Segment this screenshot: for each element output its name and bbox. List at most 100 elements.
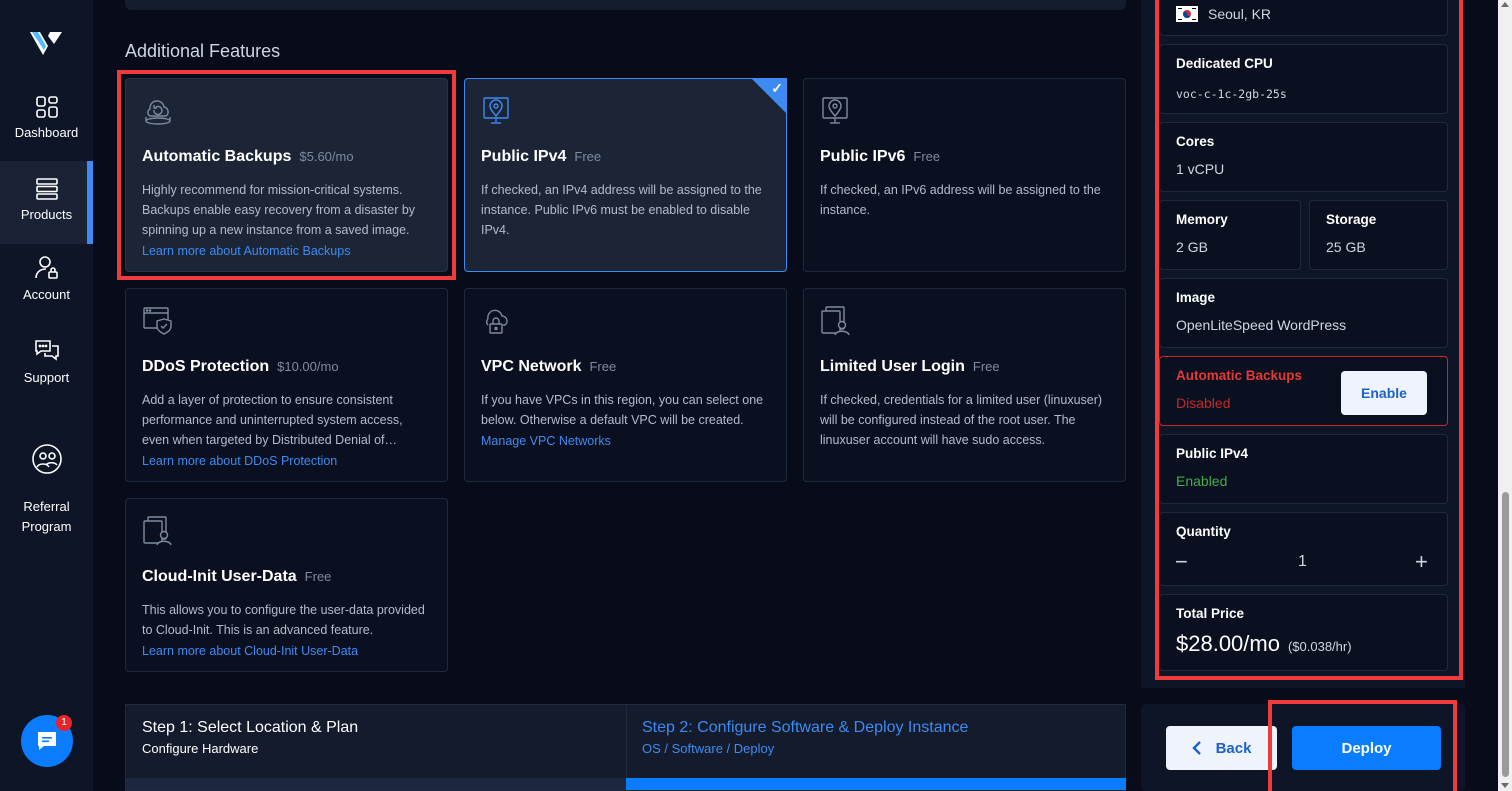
- feature-title: DDoS Protection: [142, 358, 270, 375]
- feature-price: Free: [304, 569, 332, 584]
- dashboard-grid-icon: [35, 96, 58, 118]
- sidebar: Dashboard Products Account Support Refer…: [0, 0, 93, 791]
- step-2: Step 2: Configure Software & Deploy Inst…: [642, 719, 968, 756]
- learn-more-link[interactable]: Learn more about DDoS Protection: [142, 450, 431, 472]
- sidebar-item-dashboard[interactable]: Dashboard: [0, 95, 93, 155]
- backup-cloud-icon: [145, 100, 171, 125]
- section-title: Additional Features: [125, 41, 281, 61]
- feature-description: Highly recommend for mission-critical sy…: [142, 183, 416, 237]
- quantity-increment-button[interactable]: +: [1415, 551, 1428, 573]
- location-box: Seoul, KR: [1159, 0, 1448, 36]
- user-documents-icon: [143, 516, 172, 546]
- user-lock-icon: [34, 256, 58, 279]
- sidebar-item-label: Dashboard: [14, 125, 79, 140]
- total-price: $28.00/mo: [1176, 631, 1280, 656]
- storage-value: 25 GB: [1326, 239, 1366, 255]
- plan-label: Dedicated CPU: [1176, 56, 1273, 71]
- enable-backups-button[interactable]: Enable: [1341, 371, 1427, 415]
- quantity-box: Quantity: [1159, 512, 1448, 586]
- feature-title: Automatic Backups: [142, 148, 292, 165]
- deploy-button[interactable]: Deploy: [1292, 726, 1441, 770]
- step-title: Step 2: Configure Software & Deploy Inst…: [642, 719, 969, 736]
- feature-price: Free: [972, 359, 1000, 374]
- quantity-value[interactable]: 1: [1298, 553, 1307, 571]
- korea-flag-icon: [1176, 6, 1198, 22]
- feature-card-vpc-network[interactable]: VPC Network Free If you have VPCs in thi…: [464, 288, 787, 482]
- sidebar-item-label: Referral Program: [21, 499, 72, 534]
- referral-people-icon: [31, 444, 62, 474]
- step-title: Step 1: Select Location & Plan: [142, 719, 359, 736]
- feature-description: If checked, an IPv6 address will be assi…: [820, 183, 1101, 217]
- storage-box: Storage 25 GB: [1309, 200, 1448, 270]
- feature-price: Free: [574, 149, 602, 164]
- active-indicator: [87, 161, 93, 244]
- feature-price: $10.00/mo: [277, 359, 339, 374]
- vultr-logo[interactable]: [28, 28, 66, 60]
- feature-card-automatic-backups[interactable]: Automatic Backups $5.60/mo Highly recomm…: [125, 78, 448, 272]
- map-pin-icon: [483, 97, 509, 124]
- feature-description: If checked, an IPv4 address will be assi…: [481, 183, 762, 237]
- sidebar-item-account[interactable]: Account: [0, 255, 93, 315]
- scrollbar-thumb[interactable]: [1502, 492, 1509, 777]
- feature-card-ddos-protection[interactable]: DDoS Protection $10.00/mo Add a layer of…: [125, 288, 448, 482]
- memory-value: 2 GB: [1176, 239, 1208, 255]
- feature-title: Limited User Login: [820, 358, 965, 375]
- back-label: Back: [1215, 739, 1252, 757]
- map-pin-icon: [822, 97, 848, 124]
- step-subtitle: Configure Hardware: [142, 741, 259, 756]
- sidebar-item-referral[interactable]: Referral Program: [0, 423, 93, 534]
- chevron-left-icon: [1191, 741, 1201, 755]
- total-label: Total Price: [1176, 606, 1245, 621]
- step-1[interactable]: Step 1: Select Location & Plan Configure…: [142, 719, 358, 756]
- cores-box: Cores 1 vCPU: [1159, 122, 1448, 192]
- chat-icon: [38, 732, 56, 750]
- quantity-label: Quantity: [1176, 524, 1231, 539]
- feature-description: If you have VPCs in this region, you can…: [481, 393, 764, 427]
- quantity-decrement-button[interactable]: −: [1175, 551, 1188, 573]
- back-button[interactable]: Back: [1166, 726, 1277, 770]
- sidebar-item-products[interactable]: Products: [0, 161, 93, 244]
- feature-card-cloud-init[interactable]: Cloud-Init User-Data Free This allows yo…: [125, 498, 448, 672]
- sidebar-item-label: Support: [23, 370, 70, 385]
- feature-card-public-ipv6[interactable]: Public IPv6 Free If checked, an IPv6 add…: [803, 78, 1126, 272]
- sidebar-item-support[interactable]: Support: [0, 338, 93, 398]
- feature-price: $5.60/mo: [299, 149, 354, 164]
- memory-box: Memory 2 GB: [1159, 200, 1301, 270]
- user-documents-icon: [821, 306, 850, 336]
- sidebar-item-label: Account: [23, 287, 70, 302]
- total-box: Total Price $28.00/mo ($0.038/hr): [1159, 594, 1448, 671]
- ipv4-box: Public IPv4 Enabled: [1159, 434, 1448, 504]
- chat-bubbles-icon: [34, 340, 59, 361]
- previous-section-bottom: [125, 0, 1126, 10]
- learn-more-link[interactable]: Learn more about Automatic Backups: [142, 240, 431, 262]
- plan-box: Dedicated CPU voc-c-1c-2gb-25s: [1159, 44, 1448, 114]
- scroll-down-arrow-icon[interactable]: [1501, 783, 1509, 788]
- learn-more-link[interactable]: Learn more about Cloud-Init User-Data: [142, 640, 431, 662]
- image-box: Image OpenLiteSpeed WordPress: [1159, 278, 1448, 348]
- feature-title: VPC Network: [481, 358, 582, 375]
- scroll-up-arrow-icon[interactable]: [1501, 2, 1509, 7]
- location-value: Seoul, KR: [1208, 6, 1272, 22]
- feature-title: Public IPv4: [481, 148, 567, 165]
- feature-description: Add a layer of protection to ensure cons…: [142, 393, 403, 447]
- memory-label: Memory: [1176, 212, 1228, 227]
- step-subtitle: OS / Software / Deploy: [642, 741, 775, 756]
- feature-price: Free: [589, 359, 617, 374]
- plan-value: voc-c-1c-2gb-25s: [1176, 87, 1287, 101]
- ipv4-status: Enabled: [1176, 473, 1228, 489]
- feature-card-limited-user-login[interactable]: Limited User Login Free If checked, cred…: [803, 288, 1126, 482]
- feature-card-public-ipv4[interactable]: ✓ Public IPv4 Free If checked, an IPv4 a…: [464, 78, 787, 272]
- manage-vpc-link[interactable]: Manage VPC Networks: [481, 430, 770, 452]
- notification-badge: 1: [56, 715, 72, 731]
- check-icon: ✓: [771, 80, 783, 96]
- feature-title: Cloud-Init User-Data: [142, 568, 297, 585]
- feature-price: Free: [913, 149, 941, 164]
- cloud-lock-icon: [486, 309, 508, 334]
- cores-value: 1 vCPU: [1176, 161, 1225, 177]
- server-stack-icon: [35, 178, 58, 200]
- step-2-progress: [626, 778, 1126, 790]
- image-value: OpenLiteSpeed WordPress: [1176, 317, 1347, 333]
- feature-description: This allows you to configure the user-da…: [142, 603, 425, 637]
- step-progress: Step 1: Select Location & Plan Configure…: [125, 704, 1126, 791]
- ipv4-label: Public IPv4: [1176, 446, 1249, 461]
